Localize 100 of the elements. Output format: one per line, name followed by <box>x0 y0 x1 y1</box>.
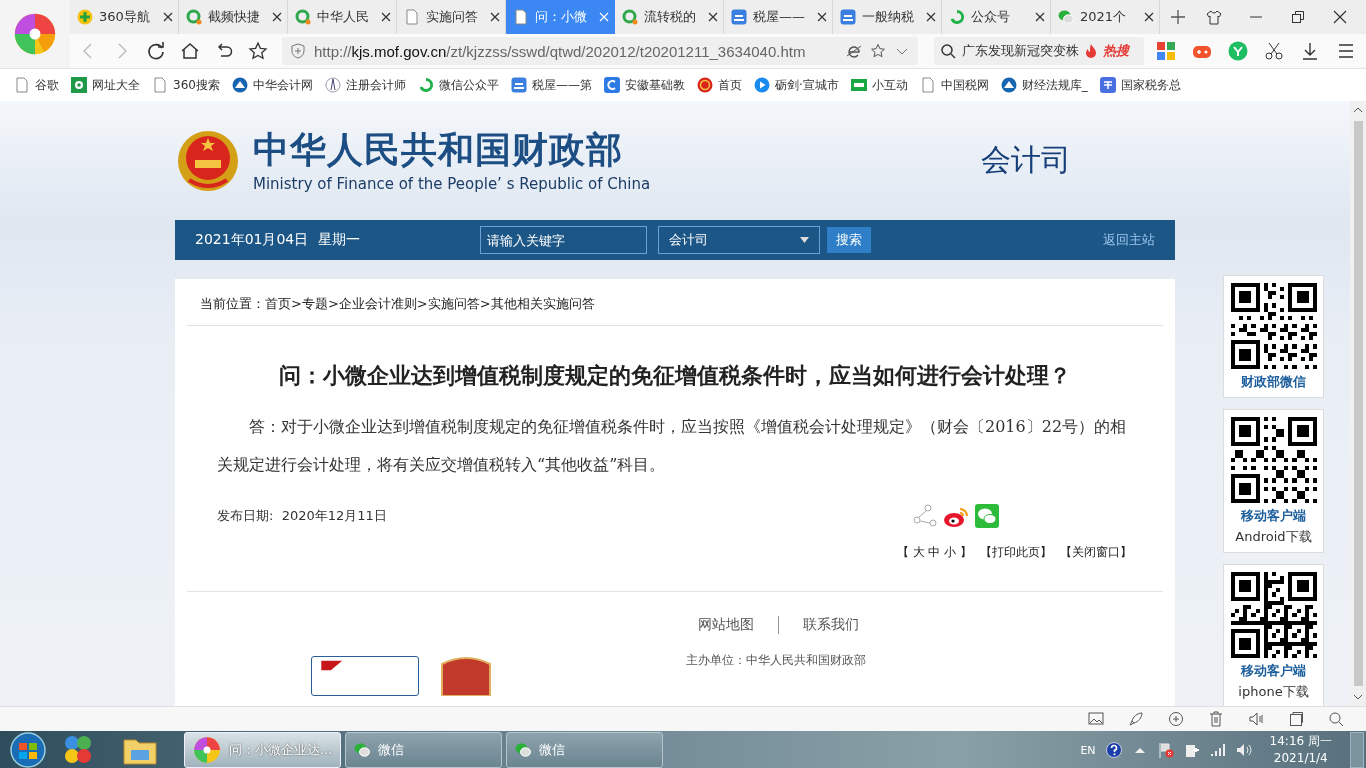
tool-link[interactable]: 【关闭窗口】 <box>1060 544 1132 561</box>
bookmark[interactable]: 微信公众平 <box>417 76 499 94</box>
chat-bubbles-icon <box>1058 9 1074 25</box>
date-text: 2021年01月04日 <box>195 231 309 249</box>
play-icon <box>753 77 770 93</box>
grid-icon[interactable] <box>1156 41 1176 61</box>
bookmark[interactable]: 中国税网 <box>919 76 989 94</box>
page-icon <box>152 77 168 93</box>
bookmark[interactable]: 网址大全 <box>71 76 140 94</box>
bookmark[interactable]: 砺剑·宣城市 <box>753 76 839 94</box>
menu-icon[interactable] <box>1336 41 1356 61</box>
ring-icon <box>622 9 638 25</box>
bookmark[interactable]: 首页 <box>696 76 742 94</box>
shield-icon <box>290 43 306 59</box>
restore-icon[interactable] <box>1290 9 1306 25</box>
publish-date: 发布日期: 2020年12月11日 <box>217 507 387 525</box>
close-icon[interactable] <box>708 12 718 22</box>
scrollbar[interactable] <box>1350 101 1366 706</box>
download-label[interactable]: Android下载 <box>1235 528 1312 546</box>
bookmark[interactable]: 税屋——第 <box>510 76 592 94</box>
reload-icon[interactable] <box>146 41 166 61</box>
ring-icon <box>295 9 311 25</box>
tool-link[interactable]: 【 大 中 小 】 <box>896 544 972 561</box>
square-icon[interactable] <box>1288 711 1304 727</box>
image-icon[interactable] <box>1088 711 1104 727</box>
star-icon[interactable] <box>248 41 268 61</box>
close-icon[interactable] <box>817 12 827 22</box>
close-icon[interactable] <box>272 12 282 22</box>
help-icon[interactable] <box>1105 742 1122 758</box>
swirl-icon <box>417 77 434 93</box>
check-circle-icon[interactable] <box>1228 41 1248 61</box>
home-icon[interactable] <box>180 41 200 61</box>
c-badge-icon <box>603 77 620 93</box>
weibo-icon[interactable] <box>943 506 969 528</box>
site-subtitle: Ministry of Finance of the People’ s Republic of China <box>253 174 651 193</box>
ring-icon <box>186 9 202 25</box>
qr-label: 移动客户端 <box>1241 507 1306 525</box>
home-link[interactable]: 返回主站 <box>1103 231 1155 249</box>
circle-plus-icon[interactable] <box>1168 711 1184 727</box>
star-icon[interactable] <box>870 43 886 59</box>
speaker-icon[interactable] <box>1248 711 1264 727</box>
scroll-up-icon[interactable] <box>1353 105 1363 115</box>
bookmark[interactable]: 注册会计师 <box>324 76 406 94</box>
clock-time[interactable]: 14:16 周一 <box>1269 733 1332 750</box>
caret-icon <box>800 237 809 243</box>
bookmark[interactable]: 中华会计网 <box>231 76 313 94</box>
department-title: 会计司 <box>981 141 1071 179</box>
volume-icon[interactable] <box>1235 742 1252 758</box>
signal-bars-icon[interactable] <box>1209 742 1226 758</box>
close-icon[interactable] <box>1035 12 1045 22</box>
address-bar[interactable]: http://kjs.mof.gov.cn/zt/kjzzss/sswd/qtwd/202012/t20201211_3634040.htm <box>282 37 918 65</box>
close-icon[interactable] <box>1144 12 1154 22</box>
footer-link[interactable]: 网站地图 <box>686 616 754 634</box>
close-icon[interactable] <box>490 12 500 22</box>
new-tab-icon[interactable] <box>1170 9 1186 25</box>
close-icon[interactable] <box>926 12 936 22</box>
scissors-icon[interactable] <box>1264 41 1284 61</box>
e-logo-icon[interactable] <box>846 43 862 59</box>
flag-error-icon[interactable] <box>1157 742 1174 758</box>
article-title: 问：小微企业达到增值税制度规定的免征增值税条件时，应当如何进行会计处理？ <box>278 362 1072 390</box>
swirl-icon <box>949 9 965 25</box>
qr-label: 财政部微信 <box>1241 373 1306 391</box>
shirt-icon[interactable] <box>1206 9 1222 25</box>
search-icon[interactable] <box>1328 711 1344 727</box>
start-button[interactable] <box>8 732 48 768</box>
clock-date[interactable]: 2021/1/4 <box>1273 750 1328 767</box>
browser-logo-icon[interactable] <box>13 12 57 56</box>
mountain-circle-icon <box>1000 77 1017 93</box>
trash-icon[interactable] <box>1208 711 1224 727</box>
close-icon[interactable] <box>381 12 391 22</box>
cloud-badge-icon <box>510 77 527 93</box>
seal-badge-icon[interactable] <box>440 656 492 696</box>
keyword-input[interactable]: 请输入关键字 <box>480 226 647 254</box>
download-icon[interactable] <box>1300 41 1320 61</box>
bookmark[interactable]: 360搜索 <box>152 76 220 94</box>
close-icon[interactable] <box>1332 9 1348 25</box>
square-badge-icon <box>850 77 867 93</box>
chat-bubbles-icon <box>515 742 531 758</box>
page-icon <box>513 9 529 25</box>
bookmark[interactable]: 小互动 <box>850 76 908 94</box>
gov-site-badge-icon[interactable] <box>311 656 419 696</box>
bookmark[interactable]: 国家税务总 <box>1099 76 1181 94</box>
bookmark[interactable]: 财经法规库_ <box>1000 76 1088 94</box>
search-button[interactable]: 搜索 <box>827 227 871 253</box>
close-icon[interactable] <box>163 12 173 22</box>
scope-select[interactable]: 会计司 <box>658 226 820 254</box>
power-plug-icon[interactable] <box>1183 742 1200 758</box>
search-field[interactable]: 广东发现新冠突变株 热搜 <box>934 37 1144 65</box>
download-label[interactable]: iphone下载 <box>1238 683 1309 701</box>
wechat-icon[interactable] <box>975 504 999 528</box>
bookmark[interactable]: 谷歌 <box>14 76 59 94</box>
bookmark[interactable]: 安徽基础教 <box>603 76 685 94</box>
emblem-icon <box>696 77 713 93</box>
browser-logo-icon <box>193 736 221 764</box>
scroll-down-icon[interactable] <box>1353 692 1363 702</box>
cloud-badge-icon <box>731 9 747 25</box>
tool-link[interactable]: 【打印此页】 <box>980 544 1052 561</box>
article-body: 答：对于小微企业达到增值税制度规定的免征增值税条件时，应当按照《增值税会计处理规定》（财会〔2016〕22号）的相关规定进行会计处理，将有关应交增值税转入“其他收益”科目。 <box>217 416 1128 476</box>
footer-link[interactable]: 联系我们 <box>778 616 859 634</box>
page-icon <box>919 77 936 93</box>
